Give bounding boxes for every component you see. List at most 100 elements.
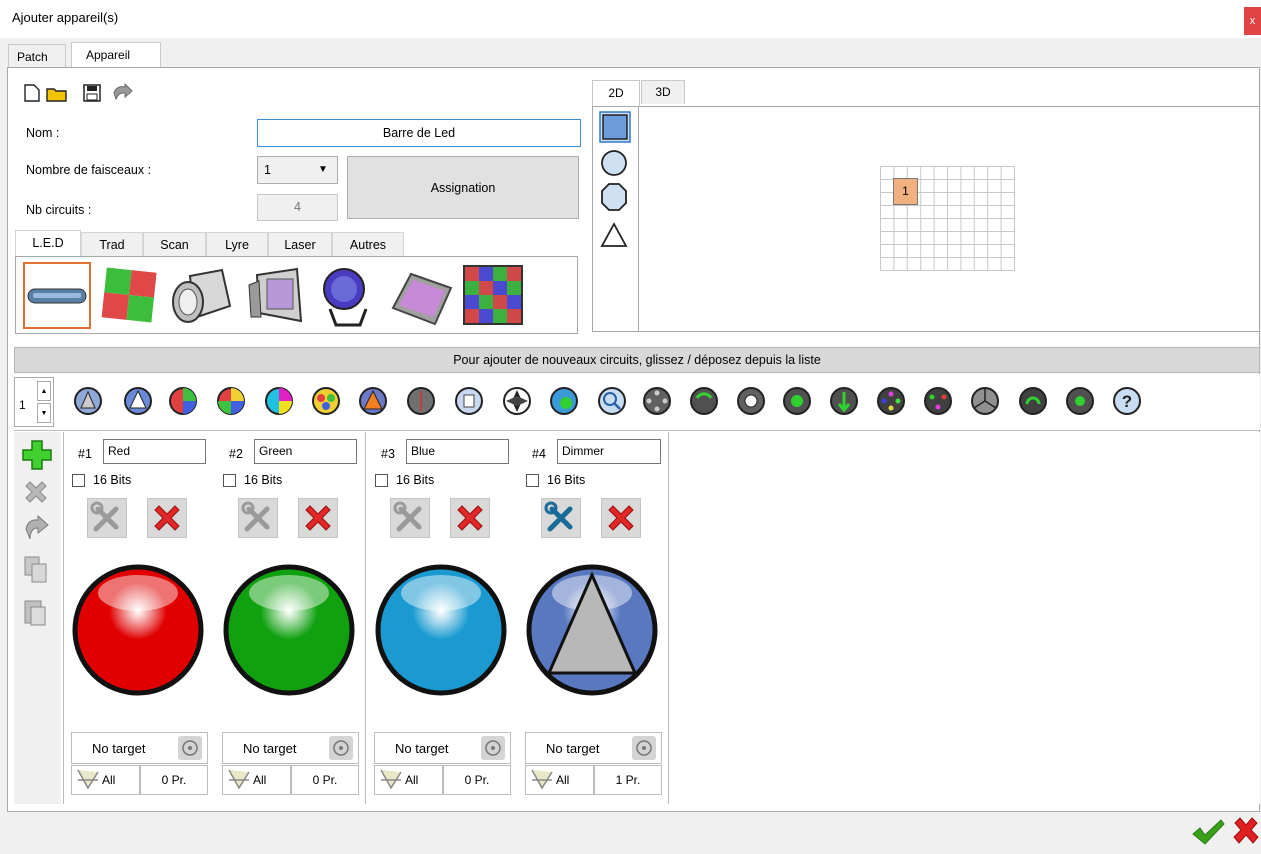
delete-button[interactable] [450,498,490,538]
target-crosshair-icon[interactable] [481,736,505,760]
flood-light-fixture-icon[interactable] [243,265,307,329]
add-circuit-icon[interactable] [22,440,52,470]
all-selector[interactable]: All [374,765,443,795]
presets-count[interactable]: 1 Pr. [594,765,662,795]
target-crosshair-icon[interactable] [632,736,656,760]
presets-count[interactable]: 0 Pr. [140,765,208,795]
tab-3d[interactable]: 3D [641,80,685,104]
color-macro-channel-icon[interactable] [923,386,953,416]
target-box[interactable]: No target [222,732,359,764]
assignation-button[interactable]: Assignation [347,156,579,219]
color-wheel-channel-icon[interactable] [311,386,341,416]
nom-label: Nom : [26,126,60,140]
copy-icon[interactable] [23,555,49,585]
settings-button[interactable] [238,498,278,538]
faisceaux-select[interactable]: 1 ▼ [257,156,338,184]
delete-circuit-icon[interactable] [22,478,50,506]
control-channel-icon[interactable] [1065,386,1095,416]
color-matrix-fixture-icon[interactable] [463,265,523,325]
target-crosshair-icon[interactable] [329,736,353,760]
all-selector[interactable]: All [71,765,140,795]
target-box[interactable]: No target [374,732,511,764]
settings-button[interactable] [541,498,581,538]
octagon-shape-icon[interactable] [600,182,628,212]
rgb-color-channel-icon[interactable] [168,386,198,416]
tab-lyre[interactable]: Lyre [206,232,268,256]
open-folder-icon[interactable] [46,86,68,102]
delete-button[interactable] [147,498,187,538]
circle-shape-icon[interactable] [600,149,628,177]
delete-button[interactable] [298,498,338,538]
ok-check-icon[interactable] [1191,818,1225,846]
spinner-down-icon[interactable]: ▼ [37,403,51,423]
pan-channel-icon[interactable] [406,386,436,416]
16bits-checkbox[interactable] [526,474,539,487]
triangle-shape-icon[interactable] [600,222,628,248]
amber-channel-icon[interactable] [358,386,388,416]
led-par-fixture-icon[interactable] [322,265,372,329]
16bits-checkbox[interactable] [375,474,388,487]
close-button[interactable]: x [1244,7,1261,35]
iris-channel-icon[interactable] [970,386,1000,416]
all-selector[interactable]: All [525,765,594,795]
delete-button[interactable] [601,498,641,538]
rgbw-color-channel-icon[interactable] [216,386,246,416]
led-bar-fixture-icon[interactable] [23,262,91,329]
presets-count[interactable]: 0 Pr. [291,765,359,795]
circuit-name-input[interactable]: Dimmer [557,439,661,464]
tab-scan[interactable]: Scan [143,232,206,256]
target-crosshair-icon[interactable] [178,736,202,760]
grid-cell-fixture[interactable]: 1 [893,178,918,205]
color-channel-ball-icon [71,563,205,697]
red-x-icon [305,505,331,531]
circuit-name-input[interactable]: Green [254,439,357,464]
target-box[interactable]: No target [71,732,208,764]
spinner[interactable]: 1 ▲ ▼ [14,377,54,427]
help-icon[interactable]: ? [1112,386,1142,416]
dimmer-channel-icon[interactable] [73,386,103,416]
all-selector[interactable]: All [222,765,291,795]
square-shape-icon[interactable] [599,111,631,143]
led-panel-fixture-icon[interactable] [100,266,158,326]
cmy-color-channel-icon[interactable] [264,386,294,416]
cancel-x-icon[interactable] [1231,815,1261,847]
tab-patch[interactable]: Patch [8,44,66,68]
frost-channel-icon[interactable] [829,386,859,416]
shutter-channel-icon[interactable] [502,386,532,416]
tab-autres[interactable]: Autres [332,232,404,256]
target-box[interactable]: No target [525,732,662,764]
prism-channel-icon[interactable] [736,386,766,416]
tab-led[interactable]: L.E.D [15,230,81,256]
tab-appareil[interactable]: Appareil [71,42,161,68]
presets-count[interactable]: 0 Pr. [443,765,511,795]
spinner-value: 1 [19,398,26,412]
export-arrow-icon[interactable] [111,83,133,103]
16bits-checkbox[interactable] [72,474,85,487]
settings-button[interactable] [390,498,430,538]
effect-wheel-channel-icon[interactable] [782,386,812,416]
16bits-checkbox[interactable] [223,474,236,487]
tab-laser[interactable]: Laser [268,232,332,256]
tab-trad[interactable]: Trad [81,232,143,256]
circuit-name-input[interactable]: Blue [406,439,509,464]
tilt-channel-icon[interactable] [454,386,484,416]
par-can-fixture-icon[interactable] [170,266,234,328]
gobo-wheel-channel-icon[interactable] [642,386,672,416]
new-file-icon[interactable] [24,84,40,102]
gobo-channel-icon[interactable] [549,386,579,416]
gobo-rotate-channel-icon[interactable] [689,386,719,416]
led-matrix-tilt-fixture-icon[interactable] [389,270,455,328]
target-label: No target [395,741,449,756]
nom-input[interactable]: Barre de Led [257,119,581,147]
zoom-channel-icon[interactable] [597,386,627,416]
move-circuit-icon[interactable] [22,515,50,545]
focus-channel-icon[interactable] [1018,386,1048,416]
circuit-name-input[interactable]: Red [103,439,206,464]
macro-channel-icon[interactable] [876,386,906,416]
dimmer-alt-channel-icon[interactable] [123,386,153,416]
save-icon[interactable] [83,84,101,102]
settings-button[interactable] [87,498,127,538]
paste-icon[interactable] [23,597,49,629]
spinner-up-icon[interactable]: ▲ [37,381,51,401]
tab-2d[interactable]: 2D [592,80,640,106]
